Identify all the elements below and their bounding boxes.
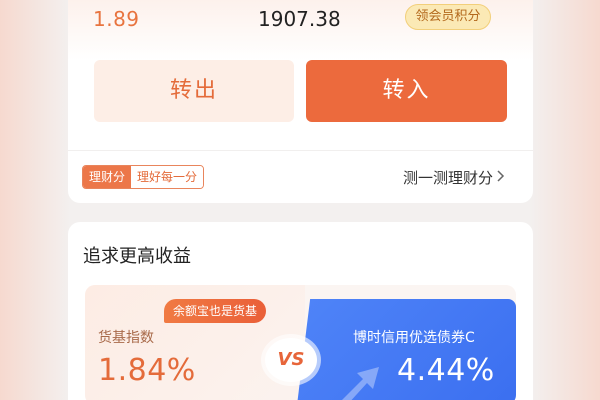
finance-score-tag-sub: 理好每一分: [131, 166, 204, 188]
yesterday-earnings: 1.89: [93, 7, 140, 31]
vs-badge: VS: [265, 338, 317, 382]
bond-fund-panel[interactable]: 博时信用优选债券C 4.44%: [297, 299, 516, 400]
divider: [68, 150, 533, 151]
trend-up-arrow-icon: [337, 367, 379, 400]
higher-yield-card: 追求更高收益 货基指数 1.84% 余额宝也是货基 博时信用优选债券C 4.44…: [68, 222, 533, 400]
member-points-badge[interactable]: 领会员积分: [405, 4, 491, 30]
transfer-out-button[interactable]: 转出: [94, 60, 294, 122]
yield-comparison[interactable]: 货基指数 1.84% 余额宝也是货基 博时信用优选债券C 4.44% VS: [85, 285, 516, 400]
measure-finance-score-label: 测一测理财分: [402, 169, 493, 187]
total-amount: 1907.38: [258, 7, 341, 31]
chevron-right-icon: [497, 169, 505, 186]
bond-fund-rate: 4.44%: [397, 353, 495, 388]
yuebao-tooltip: 余额宝也是货基: [164, 299, 267, 323]
finance-score-tag: 理财分 理好每一分: [82, 165, 205, 189]
money-fund-index-rate: 1.84%: [98, 353, 196, 388]
measure-finance-score-link[interactable]: 测一测理财分: [403, 167, 505, 188]
section-title: 追求更高收益: [83, 246, 191, 267]
bond-fund-name: 博时信用优选债券C: [353, 330, 475, 346]
finance-score-tag-main: 理财分: [83, 166, 132, 188]
account-summary-card: 1.89 1907.38 领会员积分 转出 转入 理财分 理好每一分 测一测理财…: [68, 0, 533, 203]
money-fund-index-label: 货基指数: [98, 330, 154, 346]
transfer-in-button[interactable]: 转入: [306, 60, 507, 122]
